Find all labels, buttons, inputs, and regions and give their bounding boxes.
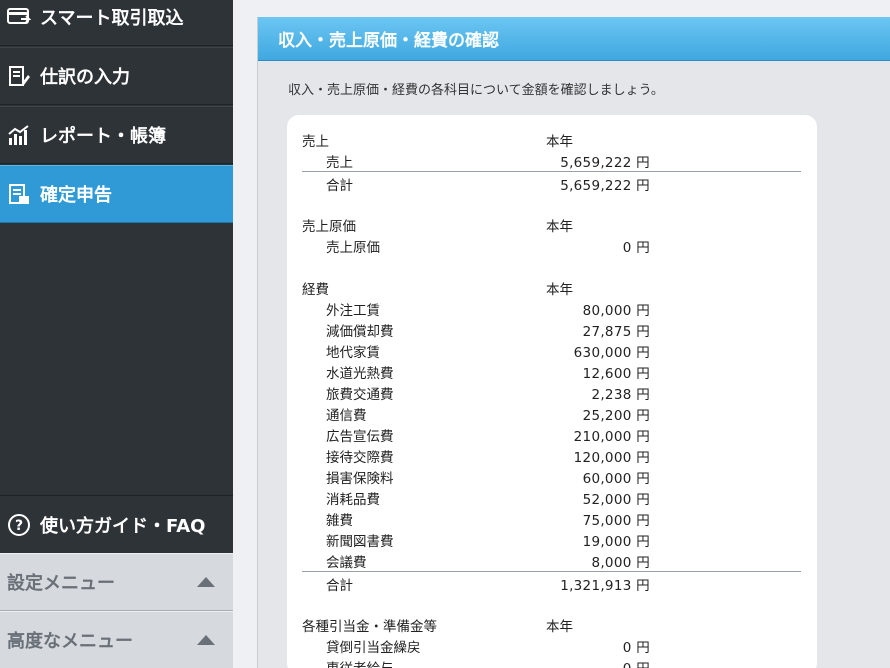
section-title: 売上 xyxy=(302,134,329,150)
row-value: 0 円 xyxy=(623,657,650,668)
row-label: 減価償却費 xyxy=(326,324,394,340)
divider xyxy=(302,571,801,572)
advanced-menu-toggle[interactable]: 高度なメニュー xyxy=(0,611,233,668)
section-title: 各種引当金・準備金等 xyxy=(302,619,437,635)
row-label: 外注工賃 xyxy=(326,303,380,319)
intro-text: 収入・売上原価・経費の各科目について金額を確認しましょう。 xyxy=(288,83,664,98)
sidebar-item-tax-return[interactable]: 確定申告 xyxy=(0,165,233,223)
bar-chart-icon xyxy=(6,122,32,148)
row-value: 25,200 円 xyxy=(582,408,650,424)
row-value: 5,659,222 円 xyxy=(560,155,650,171)
total-label: 合計 xyxy=(326,178,353,194)
collapse-arrow-icon xyxy=(197,577,215,587)
total-value: 1,321,913 円 xyxy=(560,578,650,594)
row-value: 630,000 円 xyxy=(573,345,650,361)
row-label: 専従者給与 xyxy=(326,657,394,668)
total-value: 5,659,222 円 xyxy=(560,178,650,194)
settings-menu-label: 設定メニュー xyxy=(7,573,115,594)
row-value: 210,000 円 xyxy=(573,429,650,445)
divider xyxy=(302,171,801,172)
sidebar-item-guide-faq[interactable]: ? 使い方ガイド・FAQ xyxy=(0,495,233,553)
row-label: 新聞図書費 xyxy=(326,534,394,550)
sidebar-item-smart-import[interactable]: スマート取引取込 xyxy=(0,0,233,46)
row-value: 120,000 円 xyxy=(573,450,650,466)
column-header: 本年 xyxy=(546,282,573,298)
settings-menu-toggle[interactable]: 設定メニュー xyxy=(0,553,233,611)
row-label: 損害保険料 xyxy=(326,471,394,487)
row-value: 8,000 円 xyxy=(591,555,650,571)
sidebar-item-label: 仕訳の入力 xyxy=(40,67,130,88)
row-value: 60,000 円 xyxy=(582,471,650,487)
sidebar-item-label: レポート・帳簿 xyxy=(40,126,166,147)
row-label: 売上 xyxy=(326,155,353,171)
section-title: 売上原価 xyxy=(302,219,356,235)
row-label: 水道光熱費 xyxy=(326,366,394,382)
confirmation-panel: 収入・売上原価・経費の確認 収入・売上原価・経費の各科目について金額を確認しまし… xyxy=(257,17,890,668)
row-value: 0 円 xyxy=(622,240,650,256)
tax-form-icon xyxy=(6,181,32,207)
help-circle-icon: ? xyxy=(6,512,32,538)
row-label: 接待交際費 xyxy=(326,450,394,466)
row-label: 貸倒引当金繰戻 xyxy=(326,640,421,656)
column-header: 本年 xyxy=(546,619,573,635)
row-value: 0 円 xyxy=(622,640,650,656)
panel-title: 収入・売上原価・経費の確認 xyxy=(258,17,890,61)
section-title: 経費 xyxy=(302,282,329,298)
row-value: 27,875 円 xyxy=(582,324,650,340)
svg-text:?: ? xyxy=(15,518,23,534)
collapse-arrow-icon xyxy=(197,635,215,645)
row-value: 12,600 円 xyxy=(582,366,650,382)
row-value: 52,000 円 xyxy=(582,492,650,508)
sidebar: スマート取引取込 仕訳の入力 レポート・帳簿 確定申告 ? 使い方ガイド・FAQ… xyxy=(0,0,233,668)
row-value: 19,000 円 xyxy=(582,534,650,550)
sidebar-item-report[interactable]: レポート・帳簿 xyxy=(0,106,233,164)
row-value: 2,238 円 xyxy=(591,387,650,403)
row-label: 通信費 xyxy=(326,408,367,424)
row-label: 雑費 xyxy=(326,513,353,529)
sidebar-item-journal[interactable]: 仕訳の入力 xyxy=(0,47,233,105)
sidebar-item-label: スマート取引取込 xyxy=(40,8,184,29)
row-label: 広告宣伝費 xyxy=(326,429,394,445)
column-header: 本年 xyxy=(546,219,573,235)
sidebar-item-label: 確定申告 xyxy=(40,185,112,206)
guide-label: 使い方ガイド・FAQ xyxy=(40,515,206,537)
row-value: 80,000 円 xyxy=(582,303,650,319)
amount-card: 売上 本年 売上 5,659,222 円 合計 5,659,222 円 売上原価… xyxy=(287,115,817,668)
row-label: 売上原価 xyxy=(326,240,380,256)
row-label: 地代家賃 xyxy=(326,345,380,361)
advanced-menu-label: 高度なメニュー xyxy=(7,631,133,652)
row-label: 旅費交通費 xyxy=(326,387,394,403)
total-label: 合計 xyxy=(326,578,353,594)
journal-edit-icon xyxy=(6,63,32,89)
column-header: 本年 xyxy=(546,134,573,150)
import-card-icon xyxy=(6,4,32,30)
row-label: 消耗品費 xyxy=(326,492,380,508)
row-label: 会議費 xyxy=(326,555,367,571)
row-value: 75,000 円 xyxy=(582,513,650,529)
